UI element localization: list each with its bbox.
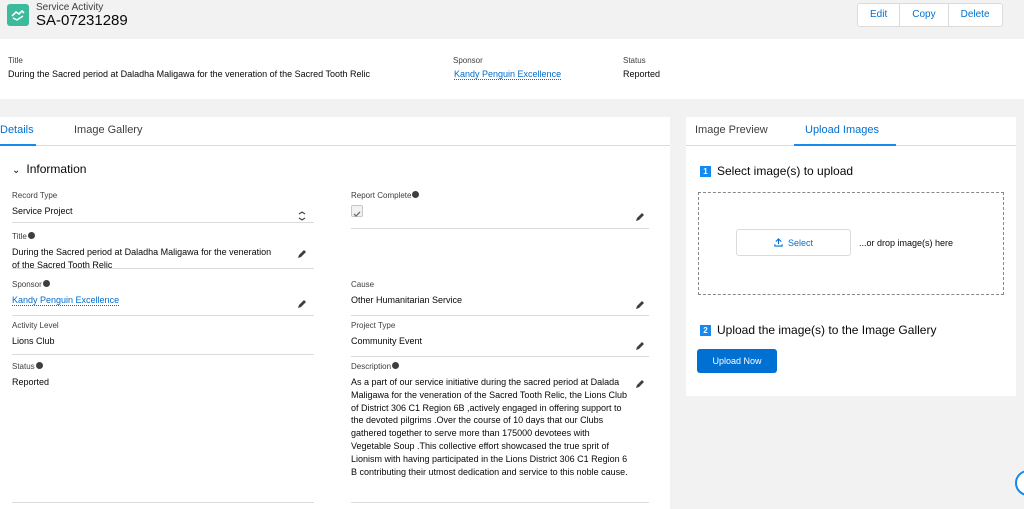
action-button-group: Edit Copy Delete [857,3,1003,27]
section-title: Information [26,162,86,176]
field-label: Project Type [351,321,395,330]
field-value: Lions Club [12,335,55,348]
step-2: 2 Upload the image(s) to the Image Galle… [700,323,936,337]
info-icon[interactable] [43,280,50,287]
edit-pencil-icon[interactable] [635,212,645,222]
upload-icon [774,238,783,247]
field-title: Title During the Sacred period at Daladh… [12,232,314,269]
field-label: Sponsor [12,280,42,289]
edit-pencil-icon[interactable] [635,341,645,351]
step-number: 2 [700,325,711,336]
step-text: Upload the image(s) to the Image Gallery [717,323,936,337]
record-header: Service Activity SA-07231289 Edit Copy D… [0,0,1024,38]
image-upload-card: Image Preview Upload Images 1 Select ima… [686,117,1016,396]
tab-upload-images[interactable]: Upload Images [805,124,879,136]
tab-image-gallery[interactable]: Image Gallery [74,124,142,136]
step-number: 1 [700,166,711,177]
field-value: Service Project [12,205,73,218]
field-description: Description As a part of our service ini… [351,362,649,503]
step-text: Select image(s) to upload [717,164,853,178]
step-1: 1 Select image(s) to upload [700,164,853,178]
edit-pencil-icon[interactable] [297,299,307,309]
details-card: Details Image Gallery ⌄ Information Recor… [0,117,670,509]
tab-image-gallery-label: Image Gallery [74,124,142,136]
select-files-button[interactable]: Select [736,229,851,256]
details-tabset: Details Image Gallery [0,117,670,146]
highlight-title-label: Title [8,56,370,65]
field-record-type: Record Type Service Project [12,191,314,223]
highlight-status-value: Reported [623,69,660,79]
drop-hint-text: ...or drop image(s) here [859,238,953,248]
field-value: During the Sacred period at Daladha Mali… [12,246,274,272]
image-tabset: Image Preview Upload Images [686,117,1016,146]
sponsor-link[interactable]: Kandy Penguin Excellence [12,295,119,306]
upload-now-button[interactable]: Upload Now [697,349,777,373]
edit-pencil-icon[interactable] [297,249,307,259]
tab-active-indicator [794,144,896,146]
highlight-sponsor-label: Sponsor [453,56,561,65]
utility-chat-icon[interactable] [1015,470,1024,496]
info-icon[interactable] [392,362,399,369]
highlight-status-label: Status [623,56,660,65]
service-activity-icon [7,4,29,26]
edit-pencil-icon[interactable] [635,300,645,310]
highlight-sponsor: Sponsor Kandy Penguin Excellence [453,56,561,79]
highlight-status: Status Reported [623,56,660,79]
info-icon[interactable] [412,191,419,198]
field-label: Title [12,232,27,241]
record-name: SA-07231289 [36,12,128,29]
edit-button[interactable]: Edit [858,4,900,26]
tab-details-label: Details [0,124,34,136]
field-label: Record Type [12,191,57,200]
field-activity-level: Activity Level Lions Club [12,321,314,355]
delete-button[interactable]: Delete [949,4,1002,26]
tab-image-preview[interactable]: Image Preview [695,124,768,136]
highlights-panel: Title During the Sacred period at Daladh… [0,39,1024,99]
field-label: Report Complete [351,191,411,200]
field-label: Status [12,362,35,371]
field-label: Activity Level [12,321,59,330]
field-status: Status Reported [12,362,314,503]
field-value: As a part of our service initiative duri… [351,376,631,478]
field-label: Description [351,362,391,371]
field-label: Cause [351,280,374,289]
field-sponsor: Sponsor Kandy Penguin Excellence [12,280,314,316]
copy-button[interactable]: Copy [900,4,948,26]
highlight-title: Title During the Sacred period at Daladh… [8,56,370,79]
field-report-complete: Report Complete [351,191,649,229]
info-icon[interactable] [36,362,43,369]
field-value: Reported [12,376,49,389]
checkmark-icon [352,209,362,219]
field-project-type: Project Type Community Event [351,321,649,357]
tab-active-indicator [0,144,36,146]
highlight-title-value: During the Sacred period at Daladha Mali… [8,69,370,79]
tab-upload-images-label: Upload Images [805,124,879,136]
tab-details[interactable]: Details [0,124,34,136]
field-value: Community Event [351,335,422,348]
info-icon[interactable] [28,232,35,239]
change-record-type-icon[interactable] [297,211,307,221]
drop-zone[interactable]: Select ...or drop image(s) here [698,192,1004,295]
report-complete-checkbox [351,205,363,217]
select-label: Select [788,238,813,248]
section-information-toggle[interactable]: ⌄ Information [12,162,86,176]
highlight-sponsor-link[interactable]: Kandy Penguin Excellence [454,69,561,80]
edit-pencil-icon[interactable] [635,379,645,389]
tab-image-preview-label: Image Preview [695,124,768,136]
field-value: Other Humanitarian Service [351,294,462,307]
chevron-down-icon: ⌄ [12,165,20,176]
field-cause: Cause Other Humanitarian Service [351,280,649,316]
